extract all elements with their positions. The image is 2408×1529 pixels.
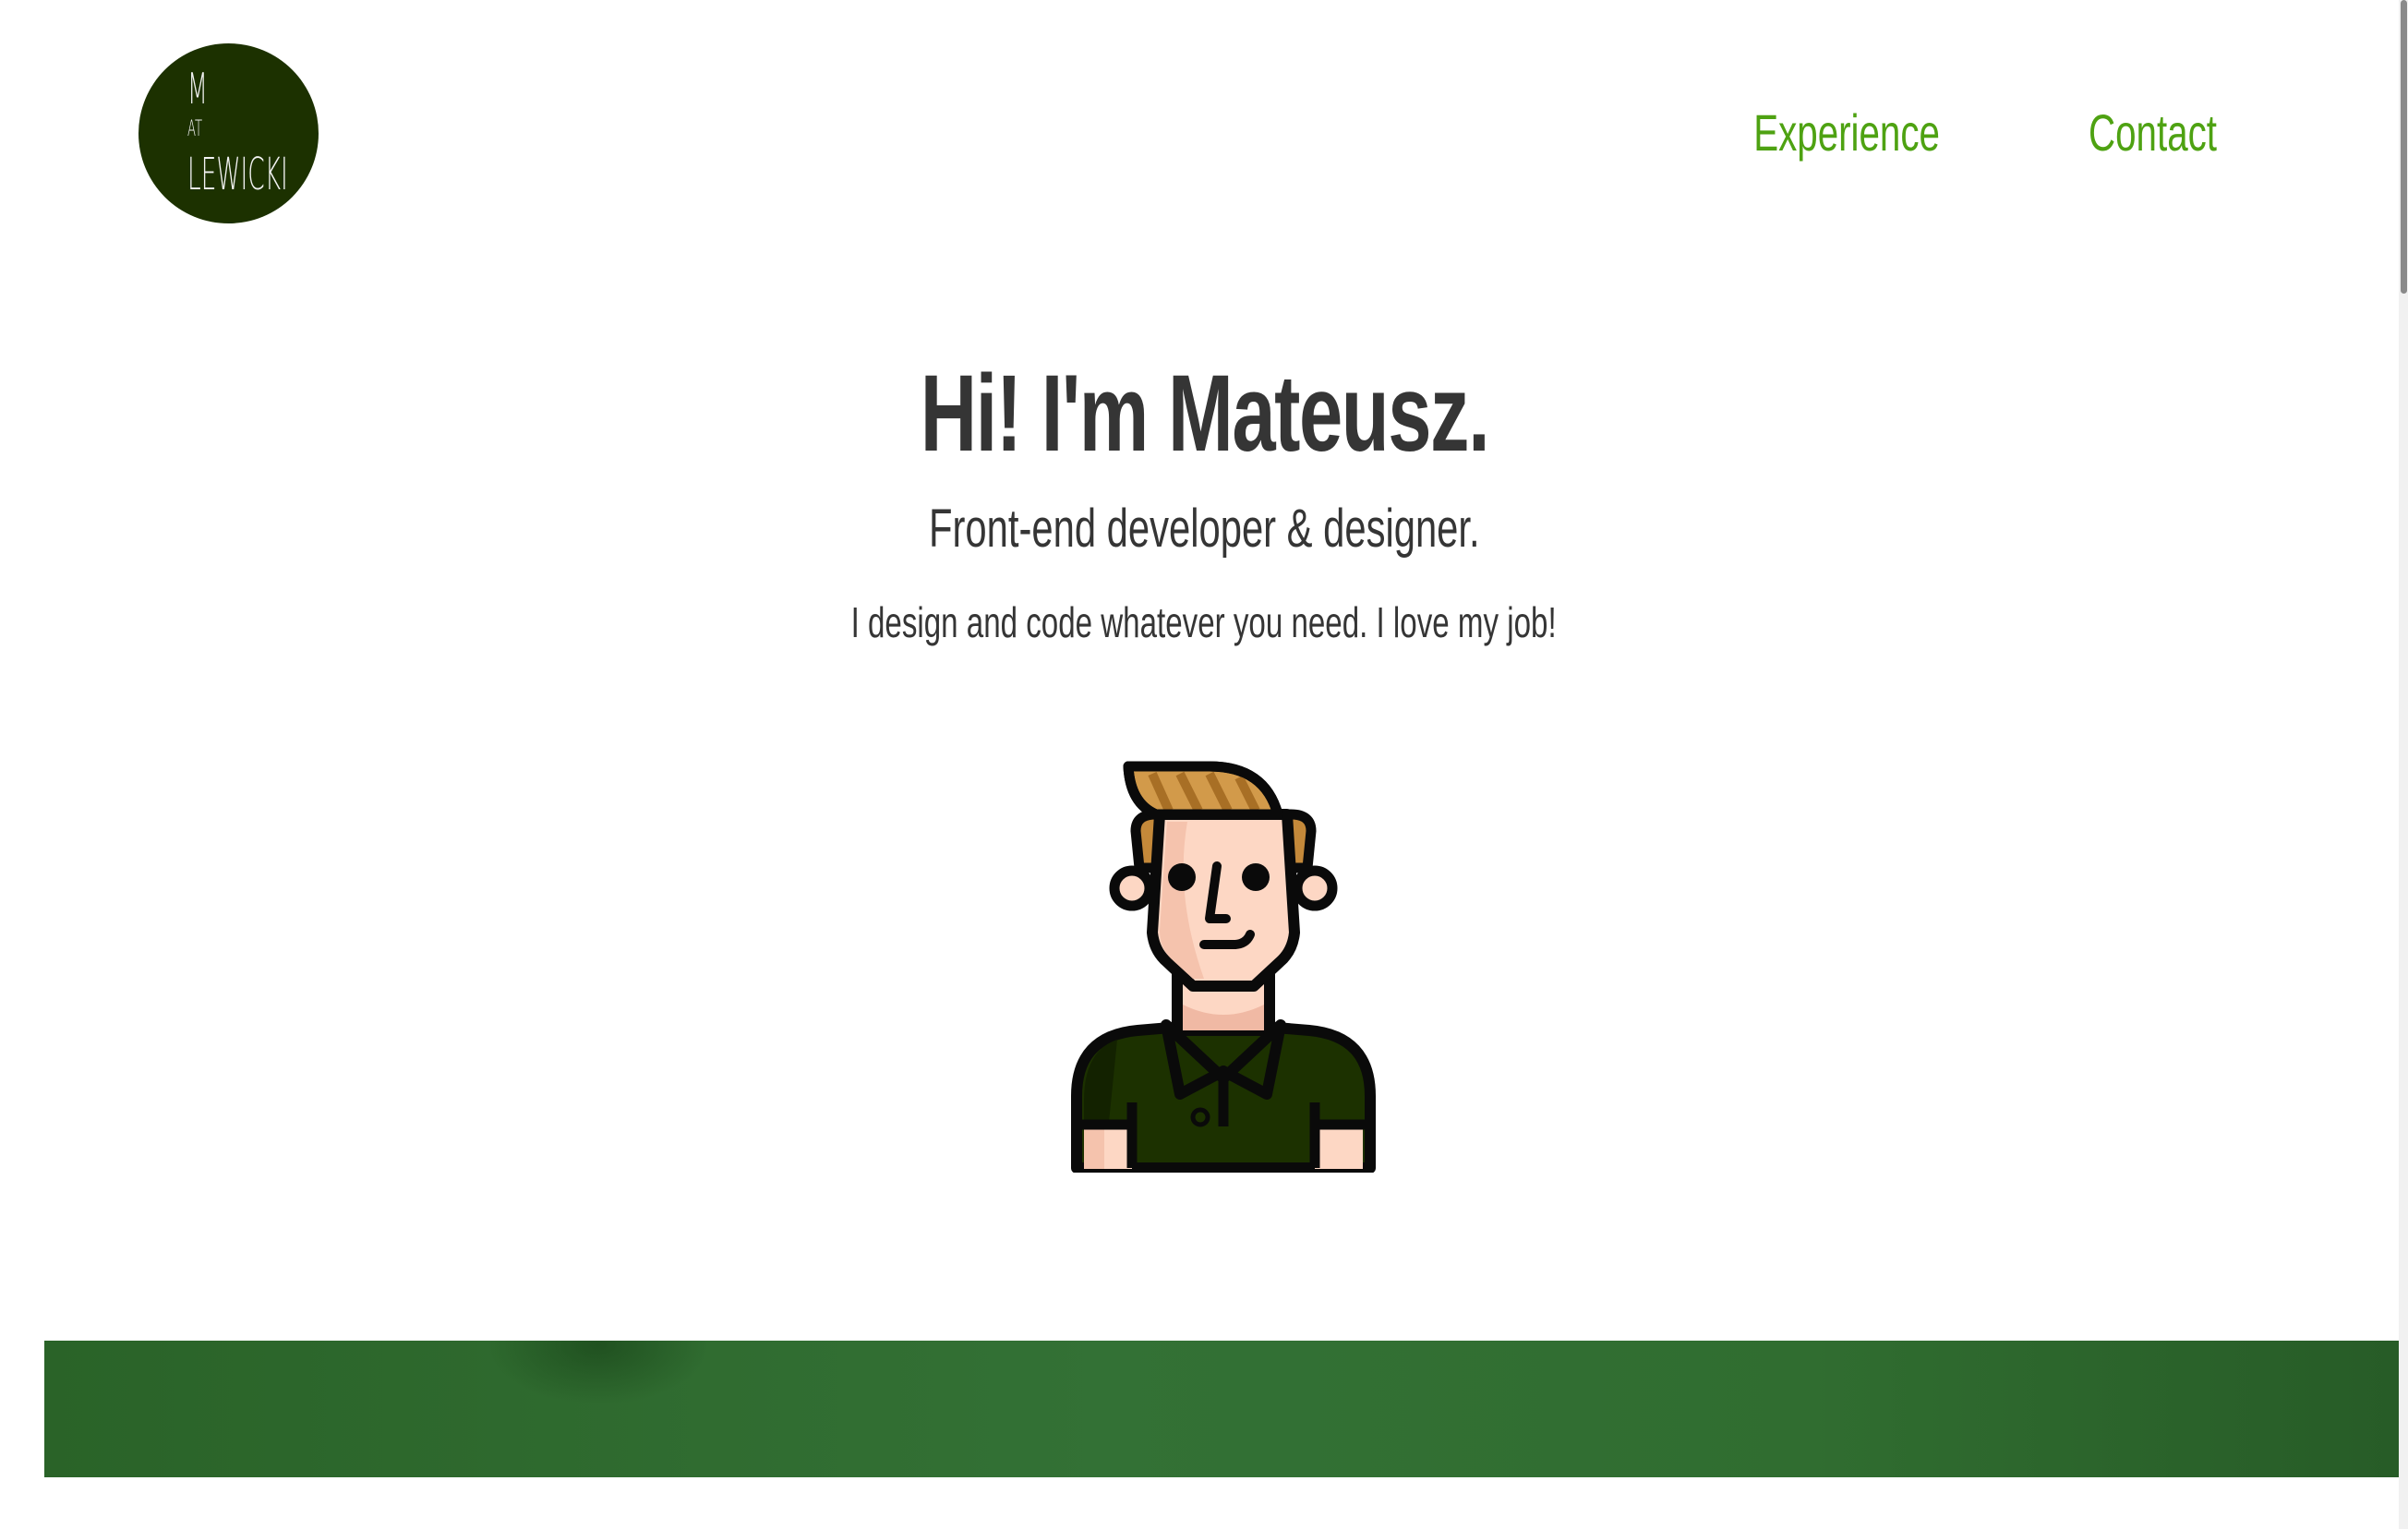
hero-banner <box>44 1341 2399 1477</box>
scrollbar-thumb[interactable] <box>2401 0 2407 294</box>
hero-description: I design and code whatever you need. I l… <box>0 595 2408 650</box>
hero-title: Hi! I'm Mateusz. <box>0 349 2408 478</box>
logo-line-3: LEWICKI <box>187 149 288 200</box>
nav-link-experience[interactable]: Experience <box>1753 100 1940 166</box>
banner-shadow <box>488 1341 709 1405</box>
hero-subtitle-text: Front-end developer & designer. <box>928 499 1480 559</box>
hero-description-text: I design and code whatever you need. I l… <box>850 598 1558 646</box>
hero-title-text: Hi! I'm Mateusz. <box>920 353 1489 475</box>
hero-subtitle: Front-end developer & designer. <box>0 497 2408 561</box>
developer-avatar-illustration <box>1071 761 1376 1173</box>
page-scrollbar[interactable] <box>2399 0 2408 1529</box>
page: M AT LEWICKI Experience Contact Hi! I'm … <box>0 0 2408 1529</box>
logo-line-2: AT <box>187 115 203 141</box>
logo-link[interactable]: M AT LEWICKI <box>138 43 319 223</box>
main-nav: Experience Contact <box>1717 100 2242 166</box>
logo-line-1: M <box>187 64 208 114</box>
nav-link-contact[interactable]: Contact <box>2089 100 2217 166</box>
